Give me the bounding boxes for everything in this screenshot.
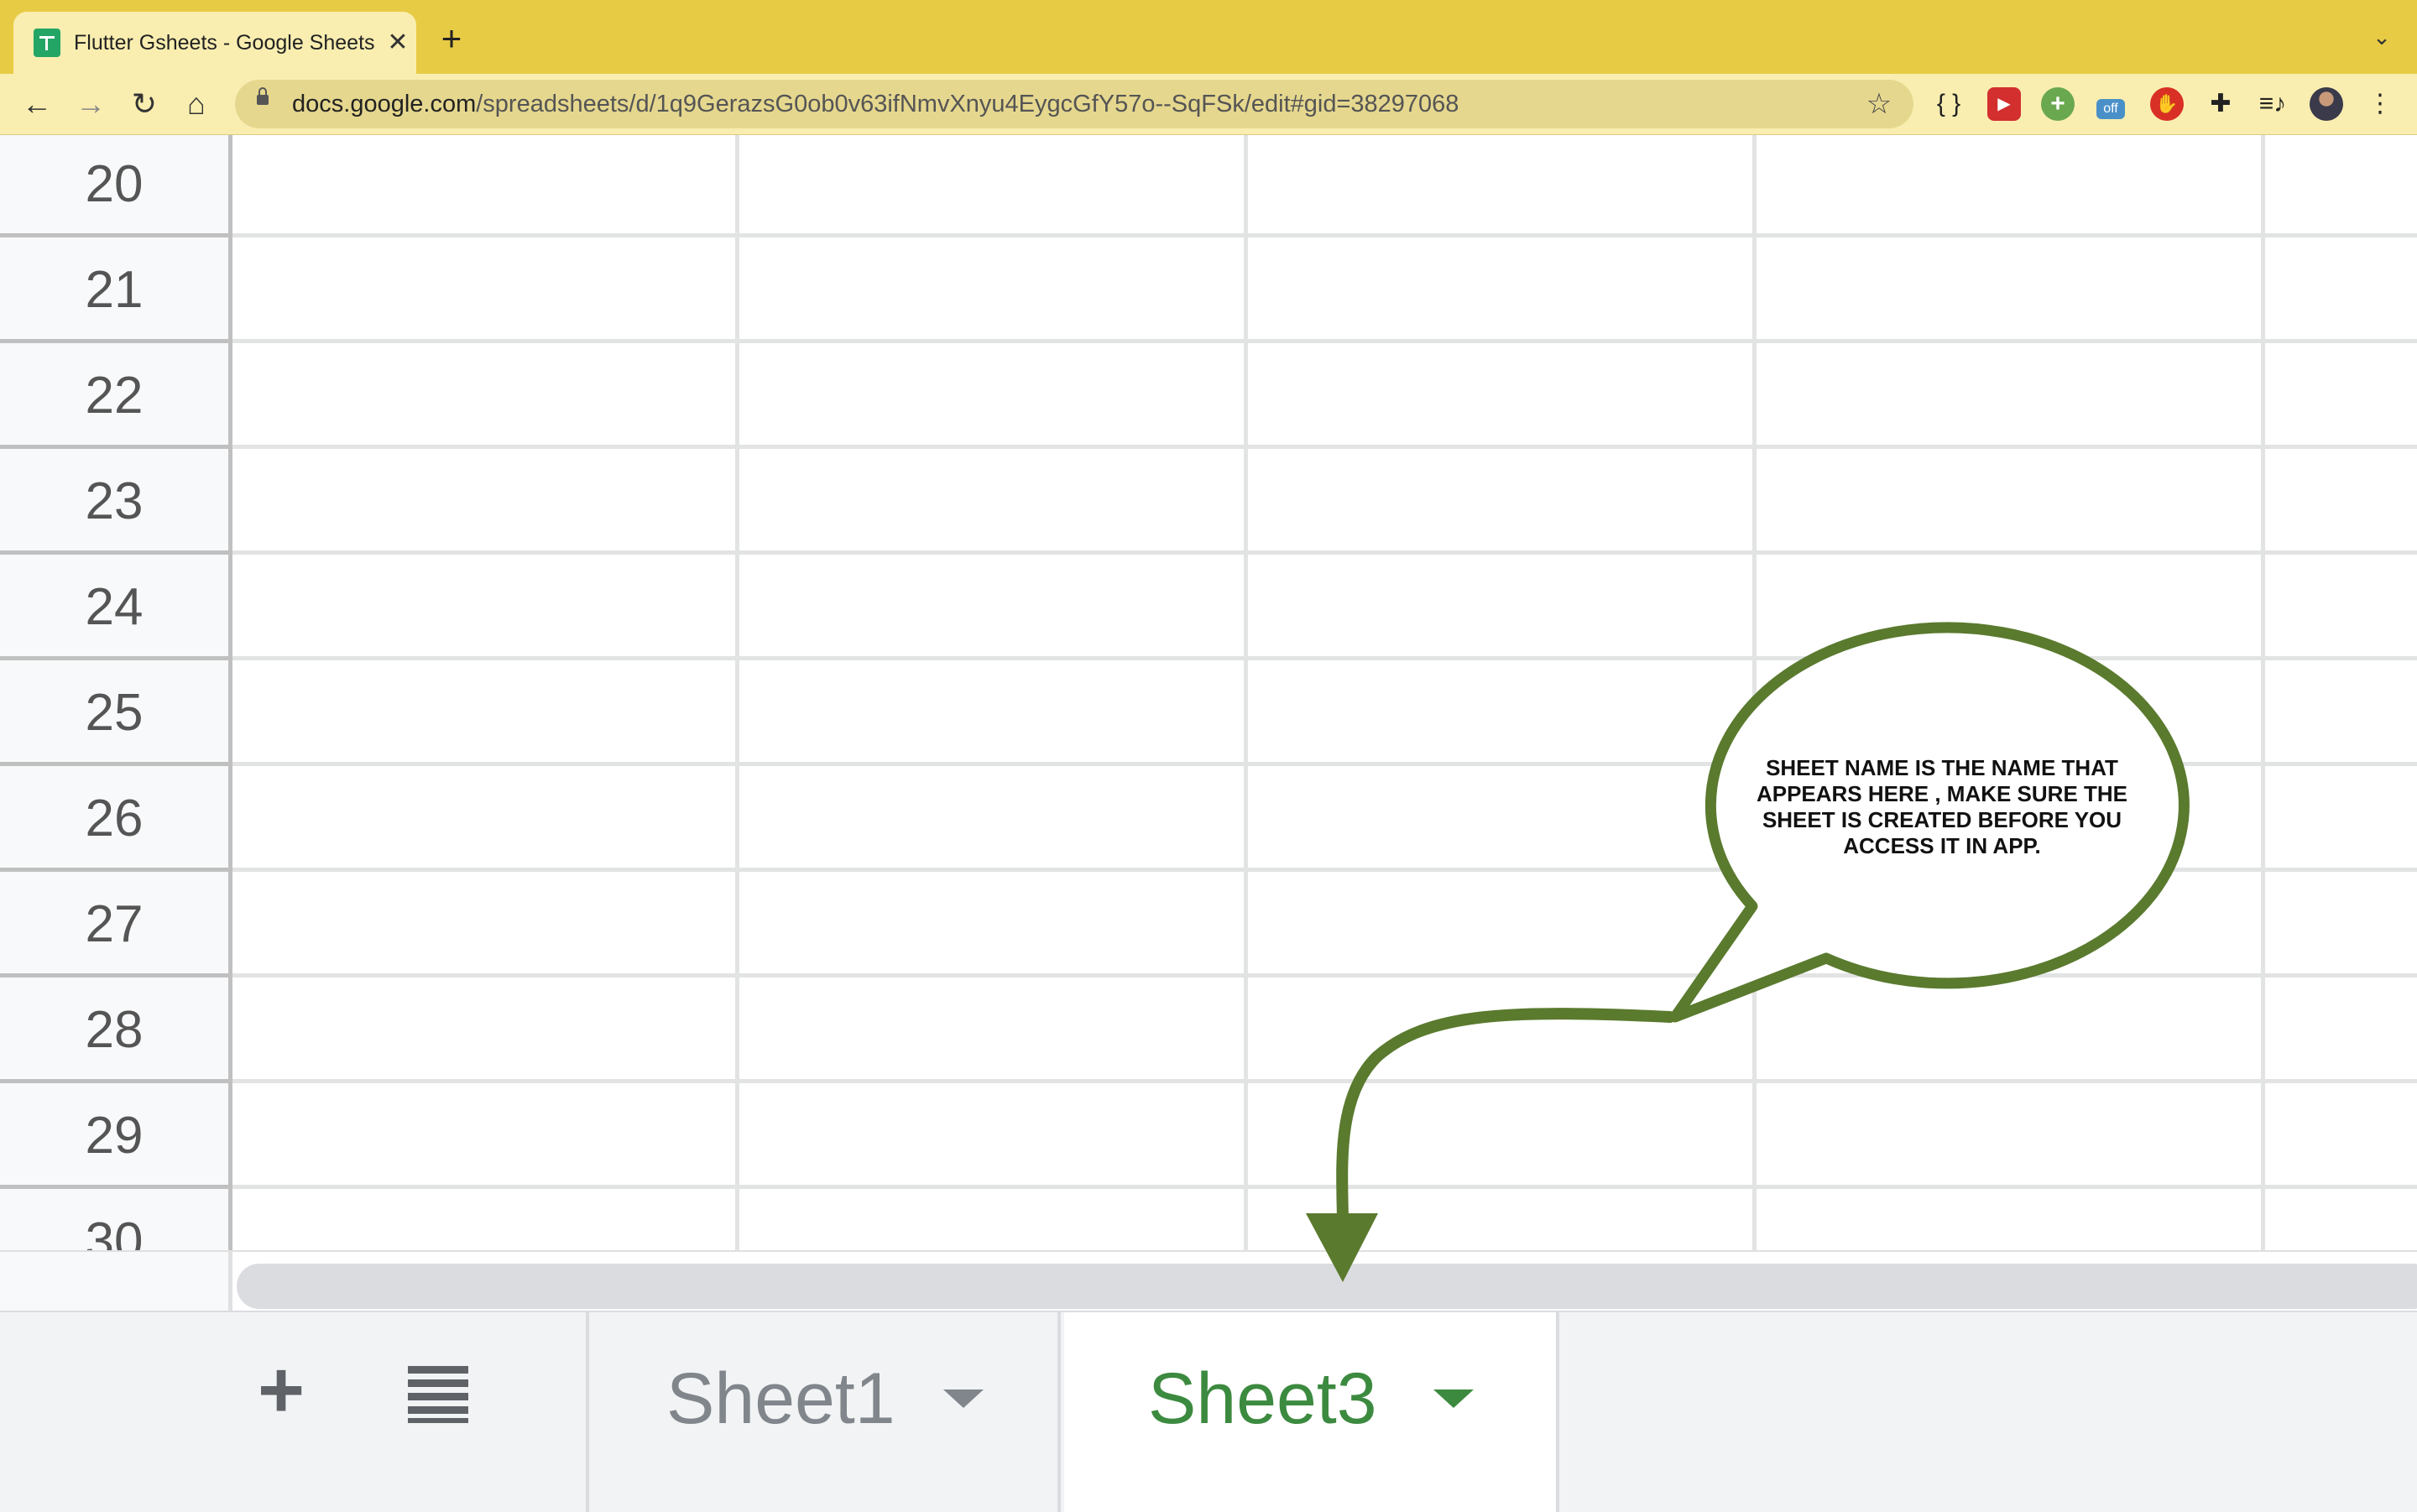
row-divider	[232, 339, 2417, 343]
lock-icon[interactable]	[257, 87, 269, 105]
stop-hand-icon[interactable]: ✋	[2150, 87, 2184, 121]
forward-button[interactable]: →	[70, 84, 111, 124]
puzzle-icon[interactable]: ✚	[2204, 87, 2237, 121]
home-button[interactable]: ⌂	[176, 84, 217, 124]
menu-bar	[408, 1393, 468, 1400]
green-plus-icon[interactable]: +	[2041, 87, 2075, 121]
sheet-tab-dropdown-icon[interactable]	[943, 1389, 984, 1408]
scroll-corner	[0, 1252, 232, 1311]
sheet-tab-sheet1[interactable]: Sheet1	[586, 1312, 1061, 1512]
row-header[interactable]: 29	[0, 1083, 228, 1189]
row-header[interactable]: 24	[0, 555, 228, 660]
row-divider	[232, 868, 2417, 872]
add-sheet-button[interactable]: +	[243, 1350, 319, 1431]
row-divider	[232, 656, 2417, 660]
all-sheets-menu-icon[interactable]	[405, 1363, 472, 1423]
video-speed-icon[interactable]: ▶	[1987, 87, 2021, 121]
row-divider	[232, 233, 2417, 237]
sheet-tab-label: Sheet3	[1148, 1358, 1377, 1439]
close-tab-icon[interactable]: ✕	[384, 29, 411, 57]
json-formatter-icon[interactable]: { }	[1932, 87, 1965, 121]
tab-search-chevron-icon[interactable]: ⌄	[2367, 22, 2397, 52]
row-header[interactable]: 27	[0, 872, 228, 978]
sheets-favicon-icon	[34, 29, 60, 57]
row-header[interactable]: 25	[0, 660, 228, 766]
row-header[interactable]: 26	[0, 766, 228, 872]
row-header[interactable]: 21	[0, 237, 228, 343]
new-tab-button[interactable]: +	[433, 20, 470, 57]
sheet-tab-dropdown-icon[interactable]	[1433, 1389, 1474, 1408]
scrollbar-strip	[0, 1250, 2417, 1311]
back-button[interactable]: ←	[17, 84, 57, 124]
bookmark-star-icon[interactable]: ☆	[1861, 86, 1897, 122]
tab-title: Flutter Gsheets - Google Sheets	[74, 31, 375, 55]
sheet-tab-label: Sheet1	[666, 1358, 895, 1439]
sheet-tab-bar: + Sheet1 Sheet3	[0, 1311, 2417, 1512]
row-headers: 20 21 22 23 24 25 26 27 28 29 30	[0, 135, 232, 1250]
row-header[interactable]: 23	[0, 449, 228, 555]
browser-tab[interactable]: Flutter Gsheets - Google Sheets ✕	[13, 12, 416, 74]
browser-toolbar: ← → ↻ ⌂ docs.google.com/spreadsheets/d/1…	[0, 74, 2417, 135]
spreadsheet-grid[interactable]: 20 21 22 23 24 25 26 27 28 29 30	[0, 135, 2417, 1250]
row-divider	[232, 1079, 2417, 1083]
callout-text: SHEET NAME IS THE NAME THAT APPEARS HERE…	[1756, 755, 2128, 858]
off-badge-icon[interactable]: off	[2096, 99, 2125, 119]
row-divider	[232, 1185, 2417, 1189]
url-text[interactable]: docs.google.com/spreadsheets/d/1q9Gerazs…	[292, 80, 1459, 128]
sheet-tab-sheet3[interactable]: Sheet3	[1064, 1312, 1559, 1512]
menu-bar	[408, 1366, 468, 1374]
media-queue-icon[interactable]: ≡♪	[2256, 87, 2289, 121]
row-header[interactable]: 20	[0, 135, 228, 237]
menu-bar	[408, 1379, 468, 1387]
row-header[interactable]: 28	[0, 978, 228, 1083]
row-divider	[232, 973, 2417, 978]
row-header[interactable]: 22	[0, 343, 228, 449]
row-divider	[232, 550, 2417, 555]
browser-tab-strip: Flutter Gsheets - Google Sheets ✕ + ⌄	[0, 0, 2417, 74]
menu-bar	[408, 1406, 468, 1414]
kebab-menu-icon[interactable]: ⋮	[2363, 87, 2397, 121]
reload-button[interactable]: ↻	[124, 84, 164, 124]
profile-avatar[interactable]	[2310, 87, 2343, 121]
horizontal-scrollbar[interactable]	[237, 1264, 2417, 1309]
menu-bar	[408, 1418, 468, 1423]
row-header[interactable]: 30	[0, 1189, 228, 1250]
address-bar[interactable]: docs.google.com/spreadsheets/d/1q9Gerazs…	[235, 80, 1913, 128]
row-divider	[232, 445, 2417, 449]
